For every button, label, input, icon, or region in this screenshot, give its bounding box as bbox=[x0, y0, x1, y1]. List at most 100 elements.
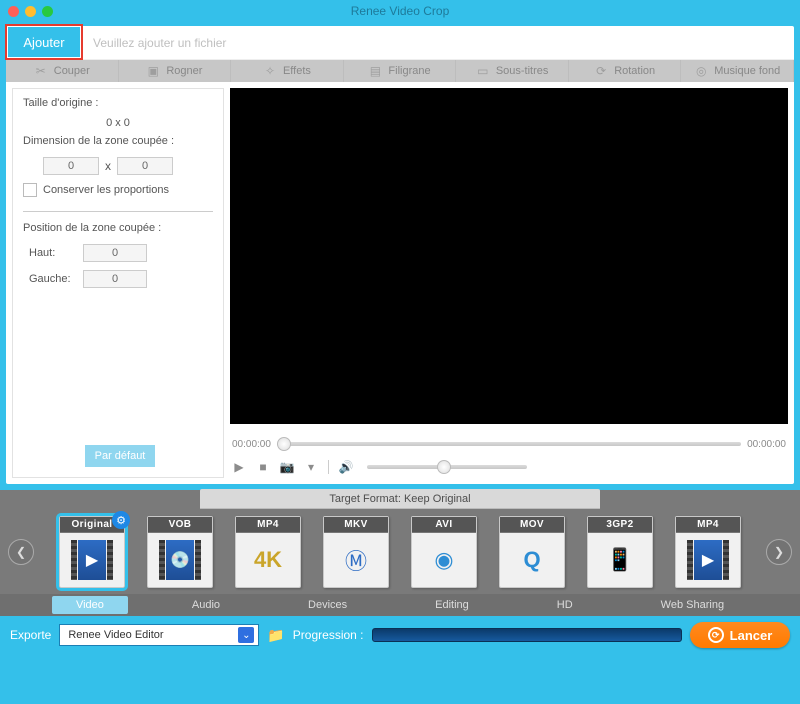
format-art: ▶ bbox=[60, 533, 124, 587]
tab-effects[interactable]: ✧Effets bbox=[231, 60, 344, 82]
main-panel: Ajouter Veuillez ajouter un fichier ✂ Cou… bbox=[6, 26, 794, 484]
format-badge: MKV bbox=[324, 517, 388, 533]
format-badge: 3GP2 bbox=[588, 517, 652, 533]
format-mp4[interactable]: MP4 ▶ bbox=[675, 516, 741, 588]
add-file-bar: Ajouter Veuillez ajouter un fichier bbox=[6, 26, 794, 60]
cat-devices[interactable]: Devices bbox=[284, 596, 371, 614]
tab-watermark[interactable]: ▤ Filigrane bbox=[344, 60, 457, 82]
add-button[interactable]: Ajouter bbox=[8, 27, 80, 57]
format-art: Ⓜ bbox=[324, 533, 388, 587]
format-band: Target Format: Keep Original ❮ Original … bbox=[0, 490, 800, 616]
format-mov[interactable]: MOV Q bbox=[499, 516, 565, 588]
stamp-icon: ▤ bbox=[368, 64, 382, 78]
tab-label: Couper bbox=[54, 65, 90, 77]
crop-height-input[interactable] bbox=[117, 157, 173, 175]
timeline-track[interactable] bbox=[277, 442, 741, 446]
left-input[interactable] bbox=[83, 270, 147, 288]
add-button-highlight: Ajouter bbox=[5, 24, 83, 60]
tab-rotation[interactable]: ⟳ Rotation bbox=[569, 60, 682, 82]
top-row: Haut: bbox=[23, 244, 213, 262]
top-label: Haut: bbox=[23, 247, 77, 259]
orig-size-label: Taille d'origine : bbox=[23, 97, 213, 109]
export-value: Renee Video Editor bbox=[68, 629, 163, 641]
prev-formats-button[interactable]: ❮ bbox=[8, 539, 34, 565]
volume-slider[interactable] bbox=[367, 465, 527, 469]
tab-subtitles[interactable]: ▭ Sous-titres bbox=[456, 60, 569, 82]
format-art: Q bbox=[500, 533, 564, 587]
folder-icon[interactable]: 📁 bbox=[267, 627, 284, 644]
video-canvas[interactable] bbox=[230, 88, 788, 424]
format-badge: VOB bbox=[148, 517, 212, 533]
titlebar: Renee Video Crop bbox=[0, 0, 800, 22]
cat-hd[interactable]: HD bbox=[533, 596, 597, 614]
work-area: Taille d'origine : 0 x 0 Dimension de la… bbox=[6, 82, 794, 484]
next-formats-button[interactable]: ❯ bbox=[766, 539, 792, 565]
tab-label: Musique fond bbox=[714, 65, 780, 77]
cat-audio[interactable]: Audio bbox=[168, 596, 244, 614]
tab-crop[interactable]: ▣Rogner bbox=[119, 60, 232, 82]
refresh-icon: ⟳ bbox=[708, 627, 724, 643]
export-label: Exporte bbox=[10, 628, 51, 642]
top-input[interactable] bbox=[83, 244, 147, 262]
tool-tabs: ✂ Couper ▣Rogner ✧Effets ▤ Filigrane ▭ Sous… bbox=[6, 60, 794, 82]
format-original[interactable]: Original ⚙ ▶ bbox=[59, 516, 125, 588]
snapshot-icon[interactable]: 📷 bbox=[280, 460, 294, 474]
format-mkv[interactable]: MKV Ⓜ bbox=[323, 516, 389, 588]
orig-size-value: 0 x 0 bbox=[23, 117, 213, 129]
tab-label: Sous-titres bbox=[496, 65, 549, 77]
keep-aspect-checkbox[interactable] bbox=[23, 183, 37, 197]
launch-label: Lancer bbox=[730, 628, 773, 643]
tab-label: Rotation bbox=[614, 65, 655, 77]
tab-cut[interactable]: ✂ Couper bbox=[6, 60, 119, 82]
cat-websharing[interactable]: Web Sharing bbox=[637, 596, 748, 614]
crop-icon: ▣ bbox=[146, 64, 160, 78]
cat-editing[interactable]: Editing bbox=[411, 596, 493, 614]
progress-bar bbox=[372, 628, 683, 642]
options-icon[interactable]: ▾ bbox=[304, 460, 318, 474]
target-format-heading: Target Format: Keep Original bbox=[200, 489, 600, 509]
tab-label: Effets bbox=[283, 65, 311, 77]
category-tabs: Video Audio Devices Editing HD Web Shari… bbox=[0, 594, 800, 616]
gear-icon[interactable]: ⚙ bbox=[112, 511, 130, 529]
rotate-icon: ⟳ bbox=[594, 64, 608, 78]
format-carousel: ❮ Original ⚙ ▶ VOB 💿 MP4 4K MKV Ⓜ AVI ◉ bbox=[0, 510, 800, 594]
format-art: 📱 bbox=[588, 533, 652, 587]
format-art: 💿 bbox=[148, 533, 212, 587]
format-art: ◉ bbox=[412, 533, 476, 587]
timeline: 00:00:00 00:00:00 bbox=[230, 432, 788, 456]
format-vob[interactable]: VOB 💿 bbox=[147, 516, 213, 588]
export-dropdown[interactable]: Renee Video Editor ⌄ bbox=[59, 624, 259, 646]
panel-divider bbox=[23, 211, 213, 212]
separator bbox=[328, 460, 329, 474]
format-badge: AVI bbox=[412, 517, 476, 533]
keep-aspect-label: Conserver les proportions bbox=[43, 184, 169, 196]
play-icon[interactable]: ▶ bbox=[232, 460, 246, 474]
player-controls: ▶ ■ 📷 ▾ 🔊 bbox=[230, 456, 788, 478]
crop-panel: Taille d'origine : 0 x 0 Dimension de la… bbox=[12, 88, 224, 478]
stop-icon[interactable]: ■ bbox=[256, 460, 270, 474]
preview-area: 00:00:00 00:00:00 ▶ ■ 📷 ▾ 🔊 bbox=[230, 88, 788, 478]
tab-bg-music[interactable]: ◎Musique fond bbox=[681, 60, 794, 82]
default-button[interactable]: Par défaut bbox=[85, 445, 155, 467]
subtitle-icon: ▭ bbox=[476, 64, 490, 78]
timeline-thumb[interactable] bbox=[277, 437, 291, 451]
format-badge: MOV bbox=[500, 517, 564, 533]
crop-dim-row: x bbox=[43, 157, 213, 175]
left-row: Gauche: bbox=[23, 270, 213, 288]
chevron-down-icon: ⌄ bbox=[238, 627, 254, 643]
launch-button[interactable]: ⟳ Lancer bbox=[690, 622, 790, 648]
crop-pos-label: Position de la zone coupée : bbox=[23, 222, 213, 234]
format-badge: MP4 bbox=[676, 517, 740, 533]
format-avi[interactable]: AVI ◉ bbox=[411, 516, 477, 588]
format-3gp2[interactable]: 3GP2 📱 bbox=[587, 516, 653, 588]
volume-thumb[interactable] bbox=[437, 460, 451, 474]
progress-label: Progression : bbox=[293, 628, 364, 642]
cat-video[interactable]: Video bbox=[52, 596, 128, 614]
keep-aspect-row[interactable]: Conserver les proportions bbox=[23, 183, 213, 197]
add-hint-text: Veuillez ajouter un fichier bbox=[93, 36, 226, 50]
format-mp4-4k[interactable]: MP4 4K bbox=[235, 516, 301, 588]
scissors-icon: ✂ bbox=[34, 64, 48, 78]
volume-icon[interactable]: 🔊 bbox=[339, 460, 353, 474]
tab-label: Filigrane bbox=[388, 65, 430, 77]
crop-width-input[interactable] bbox=[43, 157, 99, 175]
